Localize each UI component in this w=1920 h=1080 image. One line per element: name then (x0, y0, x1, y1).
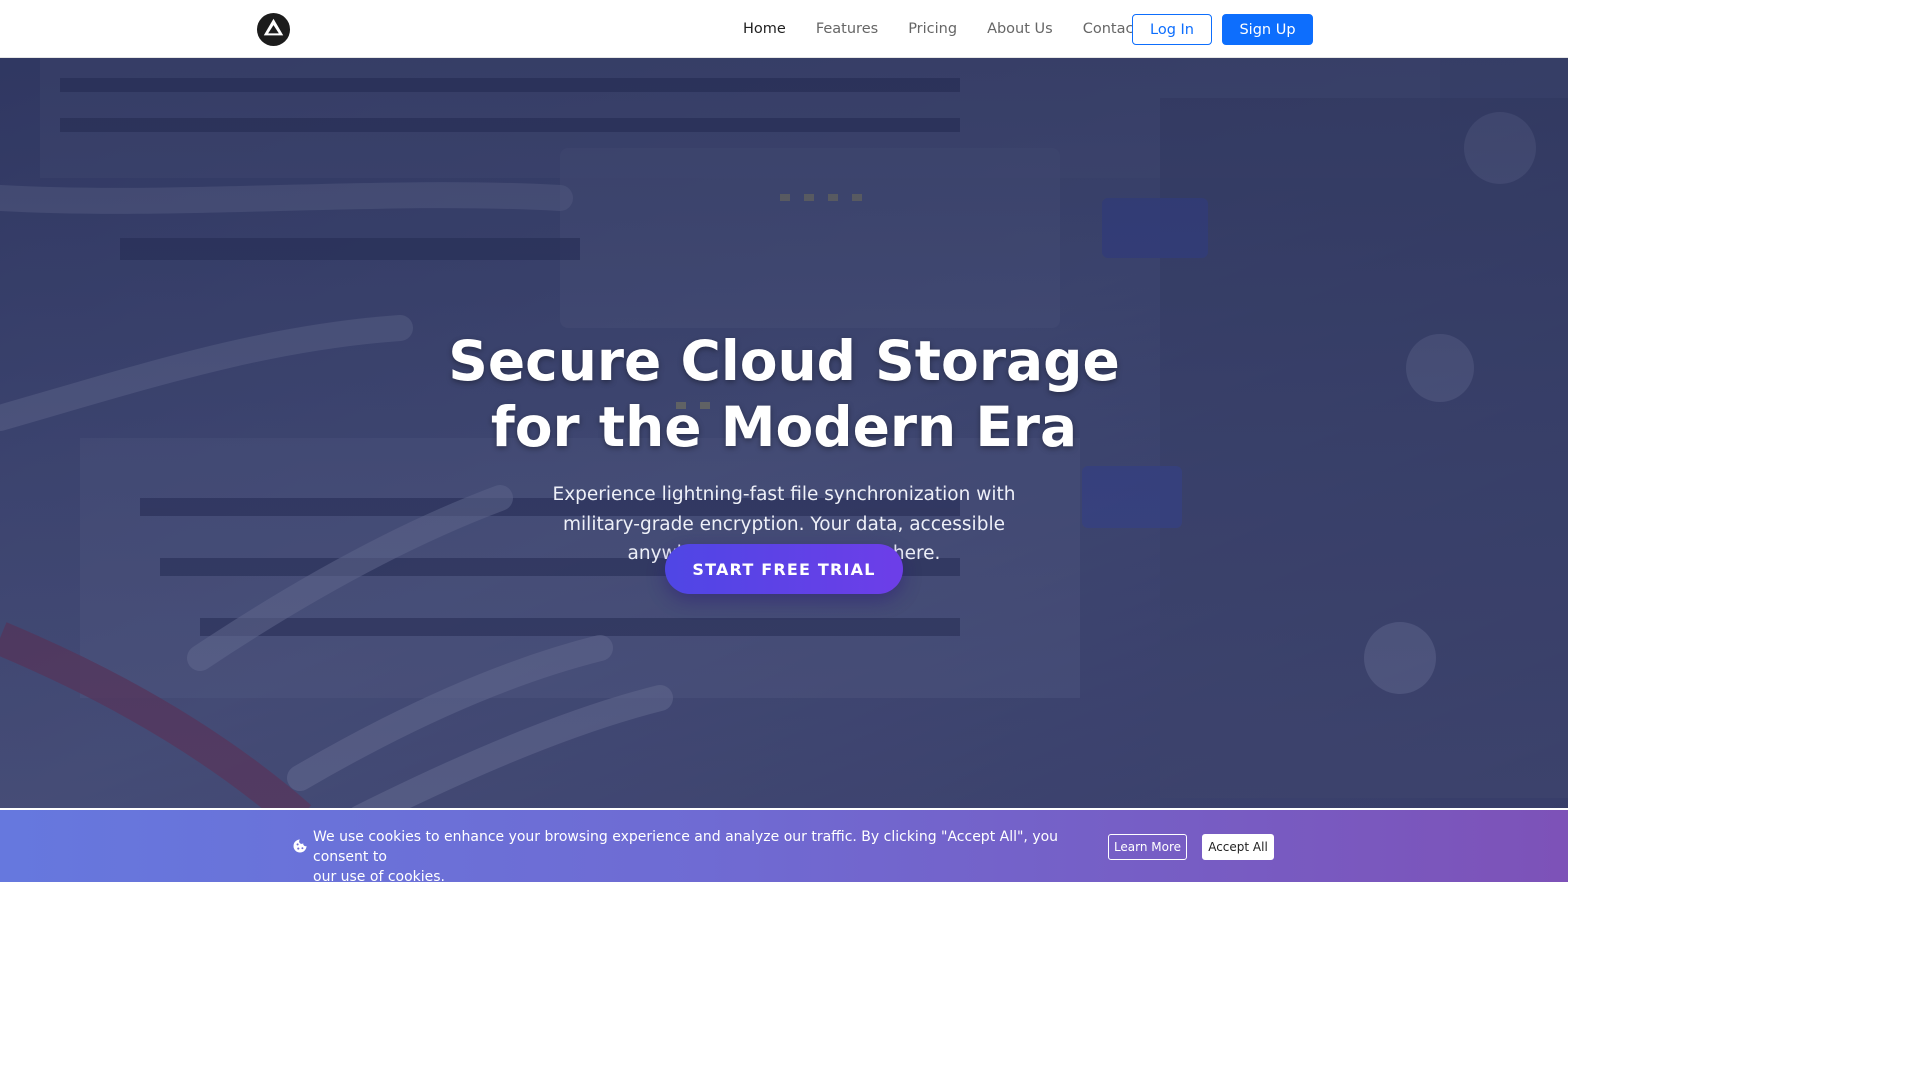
cookie-icon (293, 839, 307, 853)
cookie-message-line-1: We use cookies to enhance your browsing … (313, 829, 1059, 865)
accept-all-button[interactable]: Accept All (1202, 834, 1274, 860)
hero-title-line-2: for the Modern Era (490, 395, 1078, 459)
navbar: Home Features Pricing About Us Contact L… (0, 0, 1568, 58)
hero-title: Secure Cloud Storage for the Modern Era (384, 328, 1184, 460)
hero-title-line-1: Secure Cloud Storage (448, 329, 1120, 393)
cookie-message: We use cookies to enhance your browsing … (313, 827, 1093, 887)
cookie-message-line-2: our use of cookies. (313, 869, 446, 885)
main-nav: Home Features Pricing About Us Contact (728, 0, 1154, 58)
diamond-logo-icon[interactable] (256, 12, 291, 47)
nav-link-about-us[interactable]: About Us (972, 21, 1068, 37)
learn-more-button[interactable]: Learn More (1108, 834, 1187, 860)
nav-link-home[interactable]: Home (728, 21, 801, 37)
hero-section: Secure Cloud Storage for the Modern Era E… (0, 58, 1568, 808)
hero-subtitle-line-1: Experience lightning-fast file synchroni… (552, 484, 1016, 505)
signup-button[interactable]: Sign Up (1222, 14, 1313, 45)
hero-subtitle-line-2: military-grade encryption. Your data, ac… (563, 513, 1005, 535)
nav-link-features[interactable]: Features (801, 21, 893, 37)
cookie-banner: We use cookies to enhance your browsing … (0, 808, 1568, 885)
login-button[interactable]: Log In (1132, 14, 1212, 45)
nav-link-pricing[interactable]: Pricing (893, 21, 972, 37)
start-free-trial-button[interactable]: START FREE TRIAL (665, 544, 903, 594)
